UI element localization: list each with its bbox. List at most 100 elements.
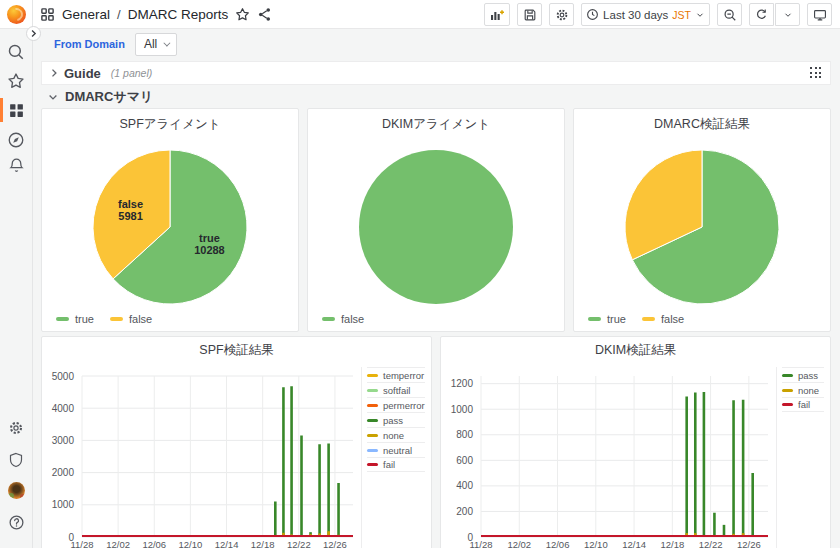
panel-spf-result: SPF検証結果 01000200030004000500011/2812/021… [41,336,432,548]
legend-item[interactable]: fail [782,397,824,412]
refresh-interval-dropdown[interactable] [775,3,800,26]
panel-title: DMARC検証結果 [574,116,830,133]
dashboard-settings-button[interactable] [549,3,574,26]
legend-item[interactable]: fail [367,457,425,472]
pie-chart [622,147,782,307]
zoom-out-button[interactable] [717,3,742,26]
svg-text:11/28: 11/28 [70,539,93,548]
add-panel-icon [489,7,505,23]
sidebar-item-server-admin[interactable] [0,447,32,473]
add-panel-button[interactable] [484,3,510,26]
timeseries-chart: 01000200030004000500011/2812/0212/0612/1… [48,361,361,548]
legend-item[interactable]: false [322,313,364,325]
clock-icon [586,8,599,21]
legend-item[interactable]: none [367,427,425,442]
svg-text:12/02: 12/02 [106,539,130,548]
legend-item[interactable]: pass [782,367,824,382]
row-guide-label[interactable]: Guide [64,66,101,81]
svg-text:2000: 2000 [52,467,75,478]
breadcrumb-folder[interactable]: General [62,7,110,22]
row-guide[interactable]: Guide (1 panel) [41,61,831,85]
legend-color [782,389,793,392]
svg-text:12/06: 12/06 [546,539,570,548]
filter-value: All [144,37,157,51]
panel-dmarc-result: DMARC検証結果 true false [573,108,831,332]
legend-item[interactable]: neutral [367,442,425,457]
legend-label: true [607,313,626,325]
legend-label: false [129,313,152,325]
panel-spf-alignment: SPFアライメント true10288false5981 truefalse [41,108,299,332]
legend-label: fail [383,459,395,470]
tv-mode-button[interactable] [807,3,832,26]
tv-icon [813,8,827,22]
time-range-picker[interactable]: Last 30 days JST [581,3,710,26]
legend-item[interactable]: permerror [367,397,425,412]
row-guide-panel-count: (1 panel) [111,67,152,79]
chevron-right-icon [29,29,38,38]
svg-text:12/18: 12/18 [251,539,275,548]
legend-item[interactable]: true [56,313,94,325]
legend-item[interactable]: softfail [367,382,425,397]
sidebar-item-explore[interactable] [0,127,32,153]
svg-text:12/18: 12/18 [660,539,684,548]
refresh-button[interactable] [749,3,774,26]
breadcrumb-separator: / [117,7,121,22]
dashboards-grid-icon [8,102,25,119]
sidebar-item-search[interactable] [0,39,32,65]
share-icon[interactable] [257,7,272,22]
svg-text:200: 200 [456,506,473,517]
svg-text:12/14: 12/14 [622,539,646,548]
legend-color [367,434,378,437]
bell-icon [8,157,25,174]
svg-text:12/22: 12/22 [699,539,723,548]
sidebar-item-configuration[interactable] [0,415,32,441]
breadcrumb-title[interactable]: DMARC Reports [128,7,229,22]
sidebar-item-alerting[interactable] [0,152,32,178]
pie-chart: true10288false5981 [90,147,250,307]
legend-item[interactable]: false [110,313,152,325]
legend-color [56,317,69,321]
legend-color [588,317,601,321]
timeseries-chart: 02004006008001000120011/2812/0212/0612/1… [447,361,776,548]
sidebar-item-dashboards[interactable] [0,97,32,123]
filter-value-dropdown[interactable]: All [135,33,177,56]
timezone-label: JST [672,9,691,21]
legend-item[interactable]: false [642,313,684,325]
pie-legend: true false [588,313,684,325]
legend-color [367,389,378,392]
timeseries-legend: temperrorsoftfailpermerrorpassnoneneutra… [361,367,425,548]
save-icon [523,8,537,22]
svg-text:12/26: 12/26 [323,539,347,548]
filter-label[interactable]: From Domain [54,38,125,50]
svg-text:600: 600 [456,455,473,466]
result-panels-row: SPF検証結果 01000200030004000500011/2812/021… [41,336,831,548]
sidebar-expand-button[interactable] [26,26,41,41]
svg-text:12/26: 12/26 [737,539,761,548]
panel-dkim-result: DKIM検証結果 02004006008001000120011/2812/02… [440,336,831,548]
legend-item[interactable]: pass [367,412,425,427]
sidebar-item-starred[interactable] [0,68,32,94]
timeseries-legend: pass nonefail [776,367,824,548]
save-dashboard-button[interactable] [517,3,542,26]
submenu: From Domain All [33,29,840,59]
row-summary[interactable]: DMARCサマリ [41,87,831,107]
legend-item[interactable]: none [782,382,824,397]
svg-text:12/10: 12/10 [179,539,203,548]
avatar [8,482,25,499]
star-icon[interactable] [235,7,250,22]
legend-color [782,403,793,406]
svg-text:1000: 1000 [451,404,474,415]
panel-dkim-alignment: DKIMアライメント false [307,108,565,332]
svg-text:true: true [199,232,220,244]
grafana-logo-icon[interactable] [7,5,26,24]
time-range-label: Last 30 days [603,9,668,21]
legend-item[interactable]: temperror [367,367,425,382]
svg-text:3000: 3000 [52,435,75,446]
sidebar-item-profile[interactable] [0,477,32,503]
drag-grip-icon[interactable] [810,67,822,79]
row-summary-label[interactable]: DMARCサマリ [65,88,153,106]
legend-item[interactable]: true [588,313,626,325]
sidebar-item-help[interactable] [0,509,32,535]
legend-label: true [75,313,94,325]
legend-label: none [798,385,819,396]
